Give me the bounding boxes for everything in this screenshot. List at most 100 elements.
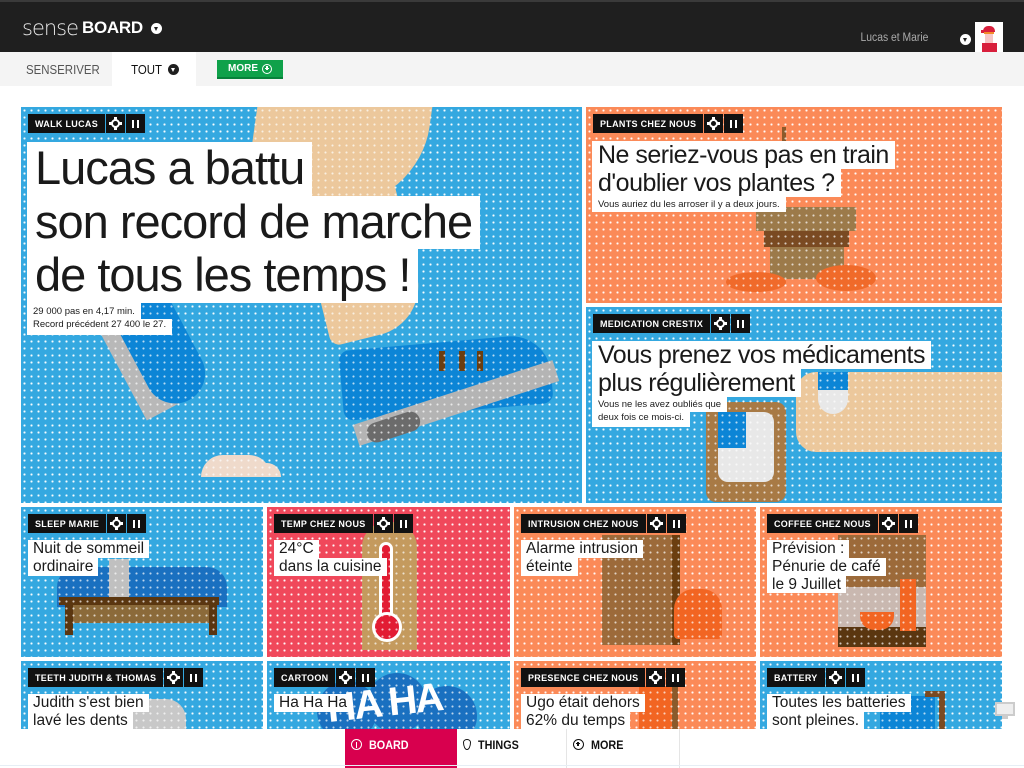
settings-gear-icon[interactable] bbox=[336, 668, 356, 687]
avatar[interactable] bbox=[975, 22, 1003, 54]
pause-icon[interactable] bbox=[184, 668, 204, 687]
pause-icon[interactable] bbox=[898, 514, 918, 533]
nav-board[interactable]: BOARD bbox=[345, 729, 457, 768]
tile-subtext: deux fois ce mois-ci. bbox=[592, 412, 691, 427]
tile-label-bar: TEMP CHEZ NOUS bbox=[274, 514, 413, 533]
tile-medication[interactable]: MEDICATION CRESTIX Vous prenez vos médic… bbox=[586, 307, 1002, 503]
alert-circle-icon bbox=[351, 739, 362, 750]
tile-label-bar: WALK LUCAS bbox=[28, 114, 145, 133]
pause-icon[interactable] bbox=[666, 668, 686, 687]
more-button-label: MORE bbox=[228, 63, 258, 74]
pause-icon[interactable] bbox=[666, 514, 686, 533]
settings-gear-icon[interactable] bbox=[373, 514, 393, 533]
tile-label: SLEEP MARIE bbox=[28, 514, 107, 533]
tile-subtext: Vous ne les avez oubliés que bbox=[592, 397, 728, 413]
user-name[interactable]: Lucas et Marie bbox=[860, 32, 928, 44]
tab-tout[interactable]: TOUT bbox=[112, 52, 196, 86]
tile-headline: Nuit de sommeil ordinaire bbox=[28, 540, 150, 576]
headline-line: dans la cuisine bbox=[274, 557, 387, 576]
settings-gear-icon[interactable] bbox=[825, 668, 845, 687]
headline-line: Judith s'est bien bbox=[28, 694, 149, 712]
tile-label: TEMP CHEZ NOUS bbox=[274, 514, 373, 533]
logo-text-light: sense bbox=[22, 16, 79, 40]
headline-line: plus régulièrement bbox=[592, 369, 801, 397]
pause-icon[interactable] bbox=[731, 314, 751, 333]
nav-more[interactable]: MORE bbox=[567, 729, 680, 768]
settings-gear-icon[interactable] bbox=[107, 514, 127, 533]
tab-tout-label: TOUT bbox=[131, 61, 162, 77]
tile-label-bar: INTRUSION CHEZ NOUS bbox=[521, 514, 686, 533]
drop-icon bbox=[463, 739, 471, 750]
user-menu-chevron-down-icon[interactable] bbox=[960, 34, 971, 45]
top-bar: sense BOARD Lucas et Marie bbox=[0, 0, 1024, 54]
tile-label: WALK LUCAS bbox=[28, 114, 105, 133]
tile-label-bar: SLEEP MARIE bbox=[28, 514, 147, 533]
settings-gear-icon[interactable] bbox=[878, 514, 898, 533]
pause-icon[interactable] bbox=[393, 514, 413, 533]
bottom-nav: BOARD THINGS MORE bbox=[0, 729, 1024, 768]
settings-gear-icon[interactable] bbox=[164, 668, 184, 687]
tile-plants[interactable]: PLANTS CHEZ NOUS Ne seriez-vous pas en t… bbox=[586, 107, 1002, 303]
settings-gear-icon[interactable] bbox=[106, 114, 125, 133]
more-button[interactable]: MORE bbox=[217, 60, 283, 79]
headline-line: Ne seriez-vous pas en train bbox=[592, 141, 895, 169]
tile-cartoon[interactable]: HA HA CARTOON Ha Ha Ha bbox=[267, 661, 510, 731]
tile-label-bar: BATTERY bbox=[767, 668, 865, 687]
tile-battery[interactable]: BATTERY Toutes les batteries sont pleine… bbox=[760, 661, 1002, 731]
headline-line: éteinte bbox=[521, 557, 578, 576]
settings-gear-icon[interactable] bbox=[646, 668, 666, 687]
tile-headline: Lucas a battu son record de marche de to… bbox=[27, 141, 481, 335]
tile-label: CARTOON bbox=[274, 668, 336, 687]
pause-icon[interactable] bbox=[845, 668, 865, 687]
plus-circle-icon bbox=[573, 739, 584, 750]
headline-line: Ha Ha Ha bbox=[274, 694, 353, 712]
pause-icon[interactable] bbox=[356, 668, 376, 687]
settings-gear-icon[interactable] bbox=[711, 314, 731, 333]
headline-line: Pénurie de café bbox=[767, 557, 886, 576]
tab-senseriver-label: SENSERIVER bbox=[26, 61, 100, 77]
tile-coffee[interactable]: COFFEE CHEZ NOUS Prévision : Pénurie de … bbox=[760, 507, 1002, 657]
tile-temperature[interactable]: TEMP CHEZ NOUS 24°C dans la cuisine bbox=[267, 507, 510, 657]
tile-sleep[interactable]: SLEEP MARIE Nuit de sommeil ordinaire bbox=[21, 507, 263, 657]
tile-headline: Vous prenez vos médicaments plus réguliè… bbox=[592, 341, 931, 427]
headline-line: Lucas a battu bbox=[27, 141, 313, 196]
tile-label: PLANTS CHEZ NOUS bbox=[593, 114, 704, 133]
pause-icon[interactable] bbox=[127, 514, 147, 533]
plus-circle-icon bbox=[262, 63, 272, 74]
tile-subtext: Record précédent 27 400 le 27. bbox=[27, 319, 173, 335]
tile-label-bar: TEETH JUDITH & THOMAS bbox=[28, 668, 204, 687]
headline-line: d'oublier vos plantes ? bbox=[592, 169, 841, 197]
tile-walk-lucas[interactable]: WALK LUCAS Lucas a battu son record de m… bbox=[21, 107, 582, 503]
tile-presence[interactable]: PRESENCE CHEZ NOUS Ugo était dehors 62% … bbox=[514, 661, 756, 731]
tile-intrusion[interactable]: INTRUSION CHEZ NOUS Alarme intrusion éte… bbox=[514, 507, 756, 657]
settings-gear-icon[interactable] bbox=[704, 114, 724, 133]
nav-board-label: BOARD bbox=[369, 738, 409, 752]
tile-label-bar: COFFEE CHEZ NOUS bbox=[767, 514, 918, 533]
tab-senseriver[interactable]: SENSERIVER bbox=[21, 52, 105, 86]
headline-line: ordinaire bbox=[28, 557, 99, 576]
nav-more-label: MORE bbox=[591, 738, 624, 752]
tile-label-bar: PLANTS CHEZ NOUS bbox=[593, 114, 744, 133]
chevron-down-icon[interactable] bbox=[150, 22, 162, 34]
tile-headline: 24°C dans la cuisine bbox=[274, 540, 387, 576]
tile-label: MEDICATION CRESTIX bbox=[593, 314, 711, 333]
headline-line: Vous prenez vos médicaments bbox=[592, 341, 931, 369]
headline-line: Toutes les batteries bbox=[767, 694, 911, 712]
tile-headline: Prévision : Pénurie de café le 9 Juillet bbox=[767, 540, 886, 594]
pause-icon[interactable] bbox=[724, 114, 744, 133]
headline-line: 24°C bbox=[274, 540, 319, 558]
nav-things[interactable]: THINGS bbox=[457, 729, 567, 768]
tile-headline: Alarme intrusion éteinte bbox=[521, 540, 643, 576]
screen-sleep-icon[interactable] bbox=[995, 702, 1015, 719]
tile-headline: Judith s'est bien lavé les dents bbox=[28, 694, 149, 730]
tab-bar: SENSERIVER TOUT bbox=[0, 52, 1024, 86]
pause-icon[interactable] bbox=[126, 114, 145, 133]
settings-gear-icon[interactable] bbox=[646, 514, 666, 533]
tile-label: INTRUSION CHEZ NOUS bbox=[521, 514, 646, 533]
headline-line: Prévision : bbox=[767, 540, 850, 558]
headline-line: Nuit de sommeil bbox=[28, 540, 150, 558]
app-logo[interactable]: sense BOARD bbox=[22, 16, 162, 40]
tile-headline: Ne seriez-vous pas en train d'oublier vo… bbox=[592, 141, 895, 213]
tile-label: TEETH JUDITH & THOMAS bbox=[28, 668, 164, 687]
tile-teeth[interactable]: TEETH JUDITH & THOMAS Judith s'est bien … bbox=[21, 661, 263, 731]
